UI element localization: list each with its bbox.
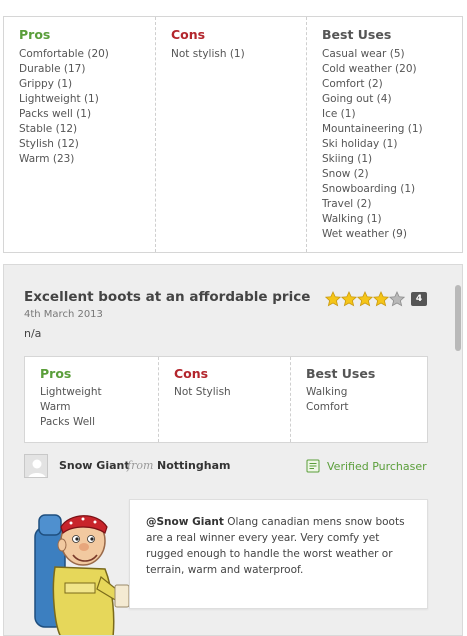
summary-best-uses-column: Best Uses Casual wear (5) Cold weather (… [306, 17, 464, 252]
comment-handle: @Snow Giant [146, 516, 224, 528]
review-body: n/a [24, 327, 42, 340]
summary-pros-item: Packs well (1) [19, 108, 92, 120]
summary-best-uses-item: Comfort (2) [322, 78, 383, 90]
review-pros-heading: Pros [40, 366, 72, 381]
review-best-uses-item: Comfort [306, 401, 349, 413]
summary-pros-item: Stylish (12) [19, 138, 79, 150]
summary-pros-item: Durable (17) [19, 63, 86, 75]
verified-purchaser: Verified Purchaser [306, 458, 427, 474]
star-icon [325, 291, 341, 307]
summary-pros-item: Lightweight (1) [19, 93, 99, 105]
scrollbar-thumb[interactable] [455, 285, 461, 351]
receipt-icon [306, 459, 320, 473]
summary-best-uses-item: Wet weather (9) [322, 228, 407, 240]
review-cons-column: Cons Not Stylish [158, 357, 290, 442]
summary-best-uses-item: Snowboarding (1) [322, 183, 416, 195]
review-pros-item: Packs Well [40, 416, 96, 428]
summary-best-uses-item: Cold weather (20) [322, 63, 417, 75]
avatar-placeholder-icon [25, 455, 47, 477]
summary-pros-heading: Pros [19, 27, 51, 42]
summary-best-uses-item: Skiing (1) [322, 153, 373, 165]
review-author: Snow Giant from Nottingham Verified Purc… [24, 454, 428, 478]
review-best-uses-item: Walking [306, 386, 348, 398]
review-best-uses-heading: Best Uses [306, 366, 376, 381]
review-cons-heading: Cons [174, 366, 209, 381]
summary-pros-column: Pros Comfortable (20) Durable (17) Gripp… [4, 17, 155, 252]
review-summary: Pros Comfortable (20) Durable (17) Gripp… [3, 16, 463, 253]
star-icon [357, 291, 373, 307]
review-attributes: Pros Lightweight Warm Packs Well Cons No… [24, 356, 428, 443]
avatar [24, 454, 48, 478]
summary-best-uses-item: Ski holiday (1) [322, 138, 398, 150]
hiker-mascot-illustration [34, 514, 130, 635]
rating-badge: 4 [411, 292, 427, 306]
author-from-label: from [127, 459, 154, 472]
summary-best-uses-item: Casual wear (5) [322, 48, 405, 60]
summary-cons-item: Not stylish (1) [171, 48, 245, 60]
verified-purchaser-label: Verified Purchaser [327, 459, 427, 473]
review-pros-item: Warm [40, 401, 71, 413]
summary-best-uses-heading: Best Uses [322, 27, 392, 42]
review-scrollbar[interactable] [452, 265, 462, 635]
review-pros-item: Lightweight [40, 386, 102, 398]
summary-best-uses-item: Snow (2) [322, 168, 369, 180]
review-card: Excellent boots at an affordable price 4… [3, 264, 463, 636]
review-title: Excellent boots at an affordable price [24, 289, 311, 305]
summary-cons-heading: Cons [171, 27, 206, 42]
star-rating [325, 291, 405, 307]
review-pros-column: Pros Lightweight Warm Packs Well [25, 357, 158, 442]
summary-best-uses-item: Going out (4) [322, 93, 392, 105]
review-best-uses-column: Best Uses Walking Comfort [290, 357, 429, 442]
review-cons-item: Not Stylish [174, 386, 231, 398]
summary-pros-item: Stable (12) [19, 123, 78, 135]
summary-best-uses-item: Mountaineering (1) [322, 123, 423, 135]
star-icon [373, 291, 389, 307]
summary-pros-item: Comfortable (20) [19, 48, 109, 60]
summary-best-uses-item: Travel (2) [322, 198, 372, 210]
review-date: 4th March 2013 [24, 309, 103, 320]
summary-pros-item: Warm (23) [19, 153, 75, 165]
star-icon [341, 291, 357, 307]
summary-best-uses-item: Ice (1) [322, 108, 356, 120]
summary-best-uses-item: Walking (1) [322, 213, 382, 225]
author-location: Nottingham [157, 459, 231, 472]
star-empty-icon [389, 291, 405, 307]
summary-cons-column: Cons Not stylish (1) [155, 17, 306, 252]
summary-pros-item: Grippy (1) [19, 78, 73, 90]
author-name: Snow Giant [59, 459, 130, 472]
review-comment-bubble: @Snow Giant Olang canadian mens snow boo… [129, 499, 428, 609]
